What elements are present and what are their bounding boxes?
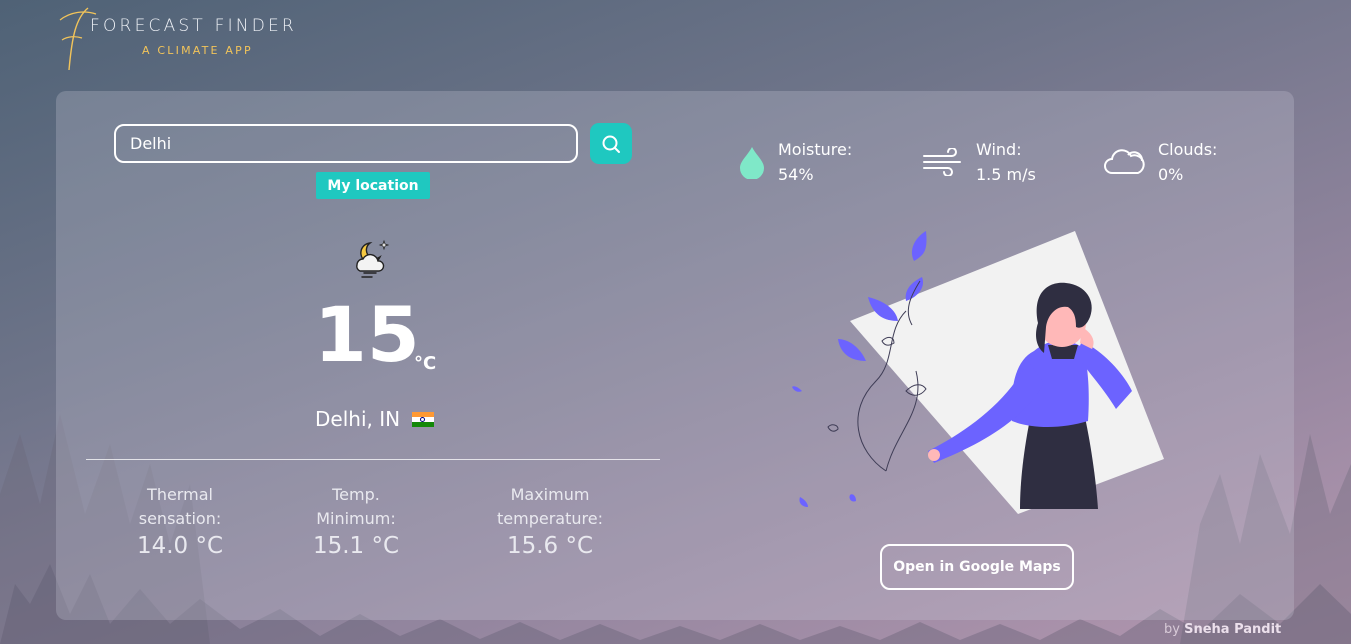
- divider: [86, 459, 660, 460]
- metric-wind: Wind: 1.5 m/s: [922, 137, 1036, 187]
- stat-value: 15.6 °C: [506, 533, 594, 559]
- stat-value: 15.1 °C: [312, 533, 400, 559]
- wind-icon: [923, 148, 961, 176]
- stat-value: 14.0 °C: [136, 533, 224, 559]
- cloud-icon: [1104, 149, 1145, 174]
- water-drop-icon: [740, 147, 764, 179]
- metric-label: Moisture:: [778, 140, 853, 159]
- temperature-value: 15: [314, 290, 420, 379]
- stat-label: Minimum:: [316, 509, 396, 528]
- city-search-input[interactable]: [114, 124, 578, 163]
- india-flag-icon: [412, 411, 435, 427]
- metric-value: 1.5 m/s: [976, 165, 1036, 184]
- credit-prefix: by: [1164, 622, 1180, 637]
- metric-value: 54%: [778, 165, 814, 184]
- moon-cloud-wind-icon: [356, 239, 390, 278]
- my-location-button[interactable]: My location: [316, 172, 430, 199]
- stat-label: Thermal: [147, 485, 213, 504]
- woman-with-leaves-illustration: [792, 231, 1164, 514]
- metric-clouds: Clouds: 0%: [1104, 137, 1217, 187]
- author-credit: by Sneha Pandit: [1164, 622, 1281, 637]
- open-google-maps-button[interactable]: Open in Google Maps: [880, 544, 1074, 590]
- stat-temp-maximum: Maximum temperature: 15.6 °C: [490, 483, 610, 559]
- app-subtitle: A CLIMATE APP: [142, 44, 253, 57]
- temperature-unit: °C: [414, 353, 437, 374]
- metric-label: Clouds:: [1158, 140, 1218, 159]
- app-title: FORECAST FINDER: [90, 16, 297, 36]
- search-icon: [602, 135, 620, 153]
- stat-label: sensation:: [138, 509, 222, 528]
- stat-temp-minimum: Temp. Minimum: 15.1 °C: [306, 483, 406, 559]
- stat-thermal-sensation: Thermal sensation: 14.0 °C: [130, 483, 230, 559]
- weather-card: My location 15 °C Delhi, IN Thermal sens…: [56, 91, 1294, 620]
- search-button[interactable]: [590, 123, 632, 164]
- city-name: Delhi, IN: [315, 407, 401, 431]
- stat-label: Maximum: [510, 485, 590, 504]
- metric-moisture: Moisture: 54%: [738, 137, 852, 187]
- metric-label: Wind:: [976, 140, 1022, 159]
- metric-value: 0%: [1158, 165, 1184, 184]
- stat-label: temperature:: [497, 509, 603, 528]
- stat-label: Temp.: [332, 485, 380, 504]
- credit-author[interactable]: Sneha Pandit: [1184, 622, 1281, 637]
- city-row: Delhi, IN: [315, 407, 435, 431]
- app-logo: FORECAST FINDER A CLIMATE APP: [58, 6, 328, 72]
